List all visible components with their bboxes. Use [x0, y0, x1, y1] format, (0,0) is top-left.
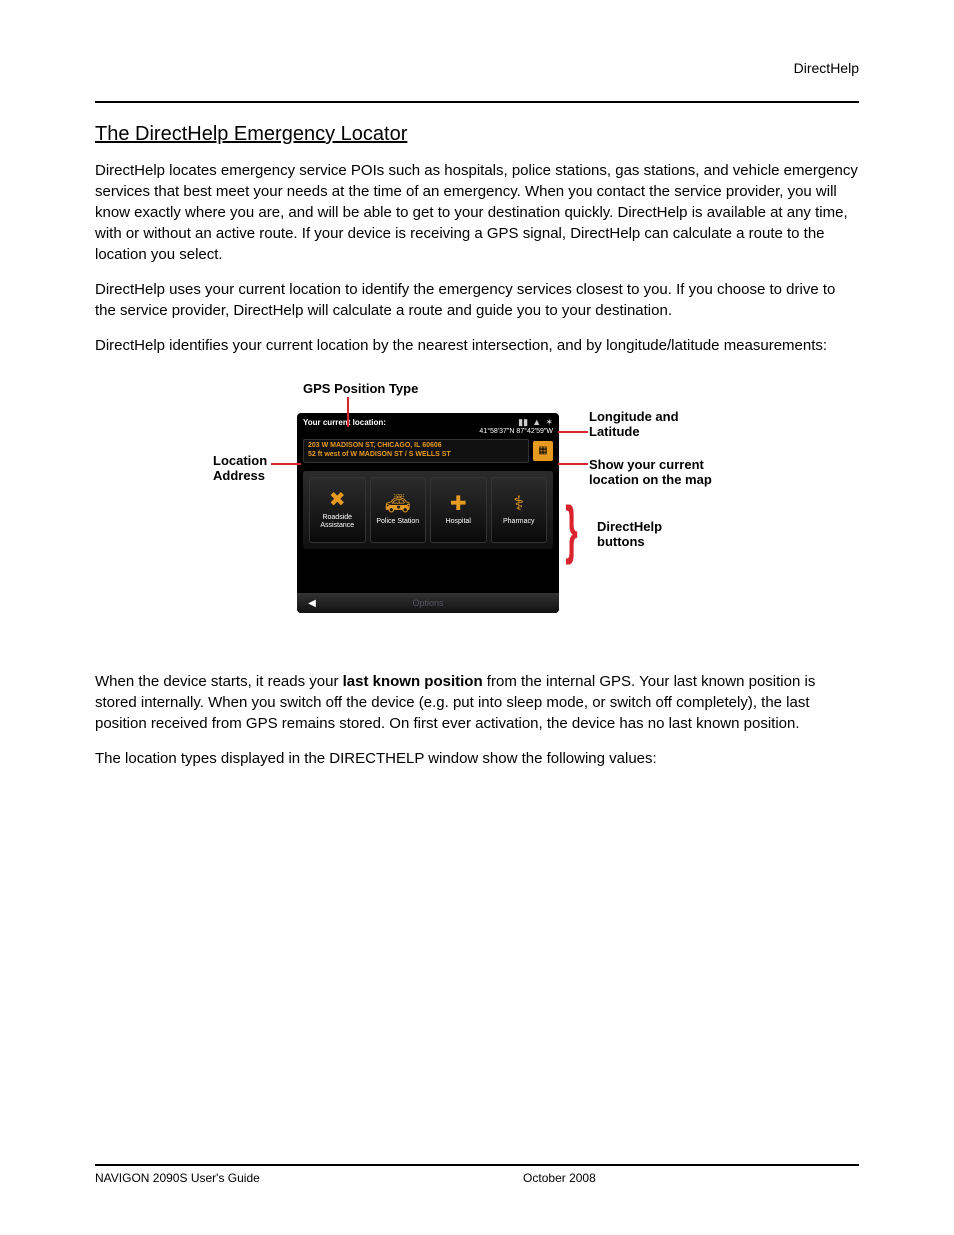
back-button[interactable]: ◀: [297, 598, 327, 609]
device-screenshot: Your current location: ▮▮ ▲ ✶ 41°58'37"N…: [297, 413, 559, 613]
coordinates: 41°58'37"N 87°42'59"W: [297, 428, 559, 435]
paragraph-3: DirectHelp identifies your current locat…: [95, 335, 859, 356]
figure: GPS Position Type Longitude and Latitude…: [97, 381, 857, 631]
callout-line: [271, 463, 301, 465]
callout-line: [558, 463, 588, 465]
wrench-icon: ✖: [329, 490, 346, 510]
roadside-assistance-button[interactable]: ✖ Roadside Assistance: [309, 477, 366, 543]
header-right: DirectHelp: [95, 60, 859, 76]
callout-lonlat-1: Longitude and: [589, 409, 679, 424]
callout-dh-2: buttons: [597, 534, 645, 549]
address-box: 203 W MADISON ST, CHICAGO, IL 60606 52 f…: [303, 439, 529, 463]
paragraph-5: The location types displayed in the DIRE…: [95, 748, 859, 769]
paragraph-4: When the device starts, it reads your la…: [95, 671, 859, 734]
map-icon: ▦: [538, 445, 547, 456]
document-page: DirectHelp The DirectHelp Emergency Loca…: [0, 0, 954, 1235]
hospital-button[interactable]: ✚ Hospital: [430, 477, 487, 543]
page-footer: NAVIGON 2090S User's Guide October 2008: [95, 1164, 859, 1185]
directhelp-buttons: ✖ Roadside Assistance 🚓︎ Police Station …: [303, 471, 553, 549]
warning-icon: ▲: [532, 417, 541, 427]
hospital-icon: ✚: [450, 494, 467, 514]
callout-line: [347, 397, 349, 427]
address-line-2: 52 ft west of W MADISON ST / S WELLS ST: [308, 451, 524, 460]
address-row: 203 W MADISON ST, CHICAGO, IL 60606 52 f…: [297, 435, 559, 467]
pharmacy-icon: ⚕: [513, 494, 524, 514]
brace-icon: }: [565, 497, 577, 561]
screen-title: Your current location:: [303, 418, 386, 427]
section-heading: The DirectHelp Emergency Locator: [95, 123, 859, 146]
paragraph-2: DirectHelp uses your current location to…: [95, 279, 859, 321]
show-on-map-button[interactable]: ▦: [533, 441, 553, 461]
satellite-icon: ✶: [545, 417, 553, 427]
callout-loc-2: Address: [213, 468, 265, 483]
address-line-1: 203 W MADISON ST, CHICAGO, IL 60606: [308, 442, 524, 451]
callout-show-1: Show your current: [589, 457, 704, 472]
footer-left: NAVIGON 2090S User's Guide: [95, 1171, 260, 1185]
footer-center: October 2008: [523, 1171, 596, 1185]
callout-line: [558, 431, 588, 433]
options-button[interactable]: Options: [327, 598, 529, 608]
police-station-button[interactable]: 🚓︎ Police Station: [370, 477, 427, 543]
footer-bar: ◀ Options: [297, 593, 559, 613]
callout-dh-1: DirectHelp: [597, 519, 662, 534]
paragraph-1: DirectHelp locates emergency service POI…: [95, 160, 859, 265]
police-car-icon: 🚓︎: [385, 494, 410, 514]
status-icons: ▮▮ ▲ ✶: [516, 417, 553, 428]
callout-loc-1: Location: [213, 453, 267, 468]
callout-gps: GPS Position Type: [303, 381, 418, 396]
battery-icon: ▮▮: [518, 417, 528, 427]
callout-show-2: location on the map: [589, 472, 712, 487]
header-rule: [95, 101, 859, 103]
pharmacy-button[interactable]: ⚕ Pharmacy: [491, 477, 548, 543]
callout-lonlat-2: Latitude: [589, 424, 640, 439]
